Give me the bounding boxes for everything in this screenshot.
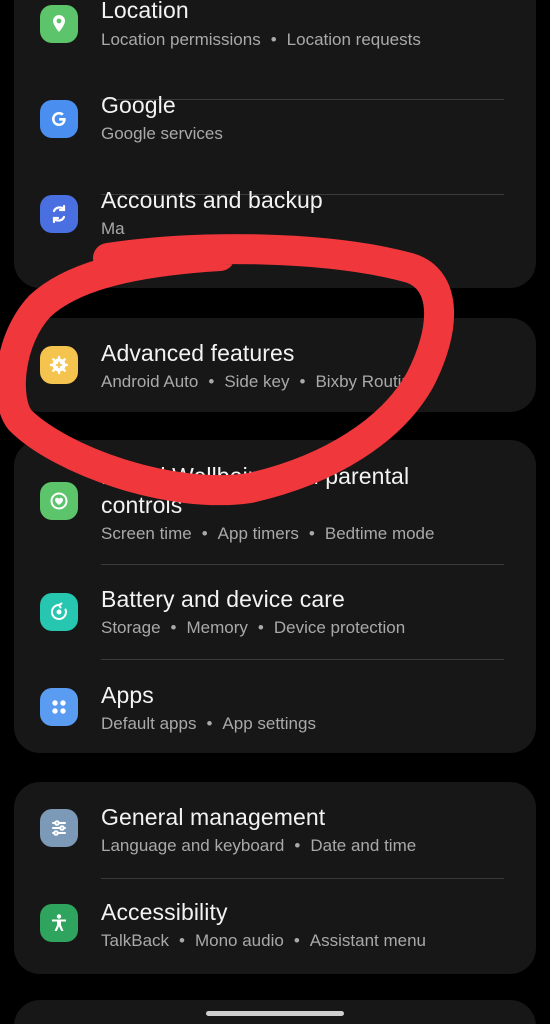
google-title: Google [101, 92, 176, 118]
location-title: Location [101, 0, 189, 23]
settings-item-advanced-features[interactable]: Advanced features Android Auto • Side key •… [14, 318, 536, 412]
wellbeing-title-line1: Digital Wellbeing and parental [101, 463, 410, 489]
gesture-navigation-bar[interactable] [206, 1011, 344, 1016]
settings-item-location[interactable]: Location Location permissions • Location r… [14, 0, 536, 96]
wellbeing-title-line2: controls [101, 492, 183, 518]
accounts-subtitle: Ma [101, 219, 125, 238]
location-pin-icon [40, 5, 78, 43]
advanced-title: Advanced features [101, 340, 295, 366]
advanced-subtitle: Android Auto • Side key • Bixby Routines [101, 372, 429, 391]
apps-grid-icon [40, 688, 78, 726]
settings-item-battery-device-care[interactable]: Battery and device care Storage • Memory • D… [14, 565, 536, 661]
apps-subtitle: Default apps • App settings [101, 714, 316, 733]
settings-card-system-group: General management Language and keyboard… [14, 782, 536, 974]
settings-item-general-management[interactable]: General management Language and keyboard… [14, 782, 536, 878]
gear-plus-icon [40, 346, 78, 384]
accessibility-subtitle: TalkBack • Mono audio • Assistant menu [101, 931, 427, 950]
settings-item-digital-wellbeing[interactable]: Digital Wellbeing and parental controls … [14, 440, 536, 564]
settings-card-advanced: Advanced features Android Auto • Side key •… [14, 318, 536, 412]
google-subtitle: Google services [101, 124, 223, 143]
general-title: General management [101, 804, 326, 830]
battery-subtitle: Storage • Memory • Device protection [101, 618, 406, 637]
accessibility-person-icon [40, 904, 78, 942]
general-subtitle: Language and keyboard • Date and time [101, 836, 417, 855]
settings-card-accounts-group: Location Location permissions • Location r… [14, 0, 536, 288]
settings-item-apps[interactable]: Apps Default apps • App settings [14, 660, 536, 753]
wellbeing-subtitle: Screen time • App timers • Bedtime mode [101, 524, 435, 543]
settings-card-device-group: Digital Wellbeing and parental controls … [14, 440, 536, 753]
google-g-icon [40, 100, 78, 138]
sliders-icon [40, 809, 78, 847]
accounts-title: Accounts and backup [101, 187, 323, 213]
battery-title: Battery and device care [101, 586, 345, 612]
accessibility-title: Accessibility [101, 899, 228, 925]
heart-circle-icon [40, 482, 78, 520]
settings-item-google[interactable]: Google Google services [14, 92, 536, 196]
apps-title: Apps [101, 682, 154, 708]
settings-item-accessibility[interactable]: Accessibility TalkBack • Mono audio • Assist… [14, 879, 536, 974]
settings-item-accounts-backup[interactable]: Accounts and backup Ma [14, 187, 536, 288]
settings-screen: Location Location permissions • Location r… [0, 0, 550, 1024]
sync-icon [40, 195, 78, 233]
device-care-icon [40, 593, 78, 631]
location-subtitle: Location permissions • Location requests [101, 30, 421, 49]
